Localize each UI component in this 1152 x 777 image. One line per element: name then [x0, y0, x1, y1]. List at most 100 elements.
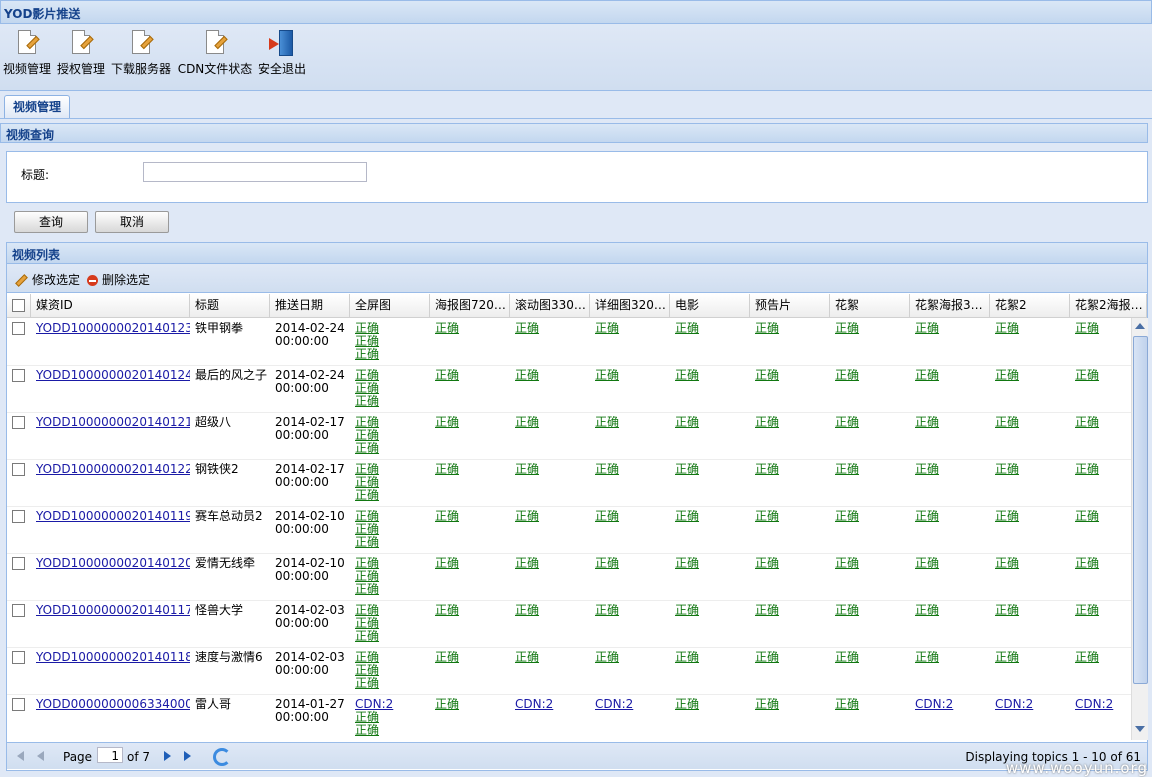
column-header[interactable]: 花絮海报3…: [910, 294, 990, 317]
select-all-checkbox[interactable]: [7, 294, 31, 317]
toolbar-download-server-button[interactable]: 下载服务器: [110, 28, 172, 77]
status-ok-link[interactable]: 正确: [995, 322, 1070, 335]
status-ok-link[interactable]: 正确: [755, 604, 830, 617]
status-ok-link[interactable]: 正确: [595, 416, 670, 429]
row-checkbox-cell[interactable]: [7, 416, 31, 429]
column-header[interactable]: 详细图320…: [590, 294, 670, 317]
table-row[interactable]: YODD1000000020140122 钢铁侠2 2014-02-17 00:00:…: [7, 459, 1131, 507]
status-ok-link[interactable]: 正确: [515, 416, 590, 429]
status-ok-link[interactable]: 正确: [835, 510, 910, 523]
status-ok-link[interactable]: 正确: [755, 510, 830, 523]
edit-selected-button[interactable]: 修改选定: [15, 271, 80, 288]
status-ok-link[interactable]: 正确: [995, 463, 1070, 476]
status-ok-link[interactable]: 正确: [675, 557, 750, 570]
media-id-link[interactable]: YODD1000000020140119: [36, 510, 190, 523]
status-ok-link[interactable]: 正确: [675, 651, 750, 664]
column-header[interactable]: 花絮: [830, 294, 910, 317]
status-ok-link[interactable]: 正确: [515, 463, 590, 476]
scroll-up-icon[interactable]: [1135, 323, 1145, 329]
media-id-link[interactable]: YODD1000000020140122: [36, 463, 190, 476]
status-ok-link[interactable]: 正确: [515, 510, 590, 523]
next-page-icon[interactable]: [164, 751, 171, 761]
tab-video-management[interactable]: 视频管理: [4, 95, 71, 118]
media-id-cell[interactable]: YODD1000000020140121: [31, 416, 190, 429]
status-ok-link[interactable]: 正确: [995, 557, 1070, 570]
table-row[interactable]: YODD1000000020140124 最后的风之子 2014-02-24 00:0…: [7, 365, 1131, 413]
search-button[interactable]: 查询: [14, 211, 88, 233]
status-ok-link[interactable]: 正确: [435, 416, 510, 429]
table-row[interactable]: YODD0000000006334000 雷人哥 2014-01-27 00:00:0…: [7, 694, 1131, 740]
media-id-link[interactable]: YODD1000000020140120: [36, 557, 190, 570]
cancel-button[interactable]: 取消: [95, 211, 169, 233]
column-header[interactable]: 全屏图: [350, 294, 430, 317]
checkbox[interactable]: [12, 416, 25, 429]
media-id-link[interactable]: YODD1000000020140124: [36, 369, 190, 382]
cdn-status-link[interactable]: CDN:2: [595, 698, 633, 711]
checkbox[interactable]: [12, 557, 25, 570]
toolbar-video-management-button[interactable]: 视频管理: [2, 28, 52, 77]
status-ok-link[interactable]: 正确: [1075, 510, 1131, 523]
checkbox[interactable]: [12, 510, 25, 523]
cdn-status-link[interactable]: CDN:2: [1075, 698, 1113, 711]
status-ok-link[interactable]: 正确: [755, 369, 830, 382]
status-ok-link[interactable]: 正确: [915, 416, 990, 429]
status-ok-link[interactable]: 正确: [595, 369, 670, 382]
status-ok-link[interactable]: 正确: [1075, 651, 1131, 664]
status-ok-link[interactable]: 正确: [355, 442, 430, 455]
checkbox[interactable]: [12, 299, 25, 312]
refresh-icon[interactable]: [213, 748, 231, 766]
status-ok-link[interactable]: 正确: [835, 557, 910, 570]
column-header[interactable]: 海报图720…: [430, 294, 510, 317]
status-ok-link[interactable]: 正确: [915, 463, 990, 476]
status-ok-link[interactable]: 正确: [435, 369, 510, 382]
status-ok-link[interactable]: 正确: [1075, 463, 1131, 476]
status-ok-link[interactable]: 正确: [595, 510, 670, 523]
column-header[interactable]: 花絮2: [990, 294, 1070, 317]
status-ok-link[interactable]: 正确: [755, 416, 830, 429]
media-id-link[interactable]: YODD0000000006334000: [36, 698, 190, 711]
status-ok-link[interactable]: 正确: [835, 604, 910, 617]
row-checkbox-cell[interactable]: [7, 369, 31, 382]
row-checkbox-cell[interactable]: [7, 604, 31, 617]
status-ok-link[interactable]: 正确: [755, 698, 830, 711]
status-ok-link[interactable]: 正确: [755, 651, 830, 664]
status-ok-link[interactable]: 正确: [435, 510, 510, 523]
toolbar-auth-management-button[interactable]: 授权管理: [56, 28, 106, 77]
table-row[interactable]: YODD1000000020140123 铁甲钢拳 2014-02-24 00:00:…: [7, 318, 1131, 366]
status-ok-link[interactable]: 正确: [995, 510, 1070, 523]
row-checkbox-cell[interactable]: [7, 463, 31, 476]
cdn-status-link[interactable]: CDN:2: [995, 698, 1033, 711]
cdn-status-link[interactable]: CDN:2: [515, 698, 553, 711]
column-header[interactable]: 电影: [670, 294, 750, 317]
media-id-link[interactable]: YODD1000000020140117: [36, 604, 190, 617]
checkbox[interactable]: [12, 322, 25, 335]
status-ok-link[interactable]: 正确: [915, 510, 990, 523]
status-ok-link[interactable]: 正确: [355, 395, 430, 408]
checkbox[interactable]: [12, 651, 25, 664]
page-number-input[interactable]: 1: [97, 747, 123, 763]
status-ok-link[interactable]: 正确: [435, 322, 510, 335]
media-id-cell[interactable]: YODD0000000006334000: [31, 698, 190, 711]
row-checkbox-cell[interactable]: [7, 557, 31, 570]
status-ok-link[interactable]: 正确: [1075, 557, 1131, 570]
checkbox[interactable]: [12, 698, 25, 711]
table-row[interactable]: YODD1000000020140120 爱情无线牵 2014-02-10 00:00…: [7, 553, 1131, 601]
last-page-icon[interactable]: [184, 751, 191, 761]
status-ok-link[interactable]: 正确: [595, 557, 670, 570]
status-ok-link[interactable]: 正确: [835, 322, 910, 335]
status-ok-link[interactable]: 正确: [595, 322, 670, 335]
status-ok-link[interactable]: 正确: [515, 604, 590, 617]
status-ok-link[interactable]: 正确: [755, 557, 830, 570]
media-id-cell[interactable]: YODD1000000020140123: [31, 322, 190, 335]
status-ok-link[interactable]: 正确: [835, 463, 910, 476]
vertical-scrollbar[interactable]: [1131, 318, 1148, 740]
status-ok-link[interactable]: 正确: [595, 463, 670, 476]
status-ok-link[interactable]: 正确: [435, 557, 510, 570]
status-ok-link[interactable]: 正确: [835, 416, 910, 429]
status-ok-link[interactable]: 正确: [995, 651, 1070, 664]
status-ok-link[interactable]: 正确: [675, 322, 750, 335]
status-ok-link[interactable]: 正确: [995, 416, 1070, 429]
status-ok-link[interactable]: 正确: [1075, 604, 1131, 617]
status-ok-link[interactable]: 正确: [355, 630, 430, 643]
title-search-input[interactable]: [143, 162, 367, 182]
